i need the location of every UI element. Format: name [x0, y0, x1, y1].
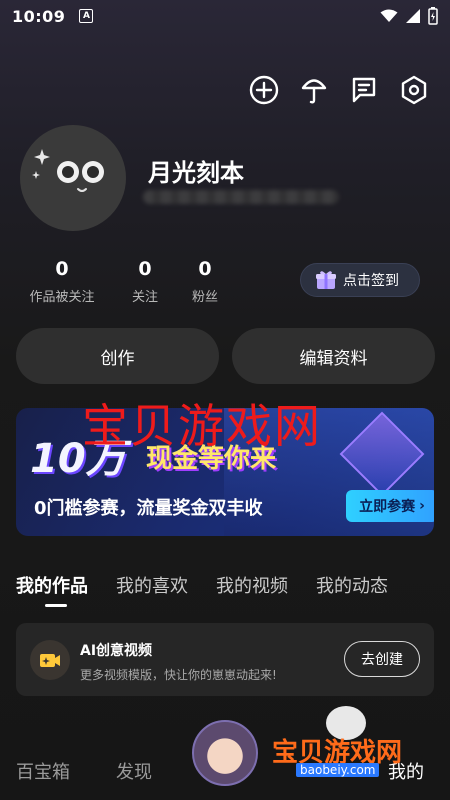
nav-center-avatar[interactable]	[192, 720, 258, 786]
avatar-face-icon	[32, 149, 104, 192]
edit-profile-button[interactable]: 编辑资料	[232, 328, 435, 384]
go-create-button[interactable]: 去创建	[344, 641, 420, 677]
battery-icon	[428, 7, 438, 25]
join-contest-button[interactable]: 立即参赛 ›	[346, 490, 434, 522]
banner-subtitle: 0门槛参赛，流量奖金双丰收	[34, 498, 263, 519]
gift-icon	[316, 271, 336, 289]
ai-video-card: AI创意视频 更多视频模版，快让你的崽崽动起来! 去创建	[16, 623, 434, 696]
join-contest-label: 立即参赛	[359, 499, 416, 515]
ai-video-icon	[30, 640, 70, 680]
settings-icon[interactable]	[398, 72, 430, 108]
stat-label: 粉丝	[191, 290, 218, 305]
watermark-text: 宝贝游戏网	[82, 399, 322, 453]
stat-followed-works[interactable]: 0 作品被关注	[22, 258, 102, 305]
stat-following[interactable]: 0 关注	[120, 258, 170, 305]
checkin-label: 点击签到	[343, 273, 399, 289]
avatar[interactable]	[20, 125, 126, 231]
stat-fans[interactable]: 0 粉丝	[180, 258, 230, 305]
nav-treasure-box[interactable]: 百宝箱	[16, 758, 70, 784]
content-tabs: 我的作品 我的喜欢 我的视频 我的动态	[16, 572, 388, 598]
edit-profile-label: 编辑资料	[299, 348, 368, 369]
nav-discover[interactable]: 发现	[116, 758, 152, 784]
stat-value: 0	[55, 258, 69, 280]
notification-a-icon: A	[79, 9, 94, 23]
status-right	[380, 7, 438, 25]
checkin-button[interactable]: 点击签到	[300, 263, 420, 297]
active-tab-indicator	[45, 604, 67, 607]
tab-my-likes[interactable]: 我的喜欢	[116, 572, 188, 598]
create-button[interactable]: 创作	[16, 328, 219, 384]
message-icon[interactable]	[348, 72, 380, 108]
watermark-url: baobeiy.com	[296, 763, 380, 777]
add-circle-icon[interactable]	[248, 72, 280, 108]
username: 月光刻本	[148, 159, 244, 187]
tab-my-updates[interactable]: 我的动态	[316, 572, 388, 598]
chevron-right-icon: ›	[419, 498, 425, 514]
tab-my-works[interactable]: 我的作品	[16, 572, 88, 598]
user-id-blurred	[143, 190, 339, 204]
header-actions	[248, 72, 430, 108]
stat-label: 作品被关注	[29, 290, 95, 305]
stat-label: 关注	[131, 290, 158, 305]
wifi-icon	[380, 9, 398, 22]
go-create-label: 去创建	[361, 652, 403, 668]
status-time: 10:09	[12, 6, 66, 26]
ai-card-title: AI创意视频	[80, 643, 153, 659]
stat-value: 0	[198, 258, 212, 280]
create-label: 创作	[100, 348, 135, 369]
ai-card-subtitle: 更多视频模版，快让你的崽崽动起来!	[80, 668, 277, 682]
stat-value: 0	[138, 258, 152, 280]
status-bar: 10:09 A	[0, 0, 450, 32]
umbrella-icon[interactable]	[298, 72, 330, 108]
tab-my-videos[interactable]: 我的视频	[216, 572, 288, 598]
signal-icon	[406, 9, 420, 23]
